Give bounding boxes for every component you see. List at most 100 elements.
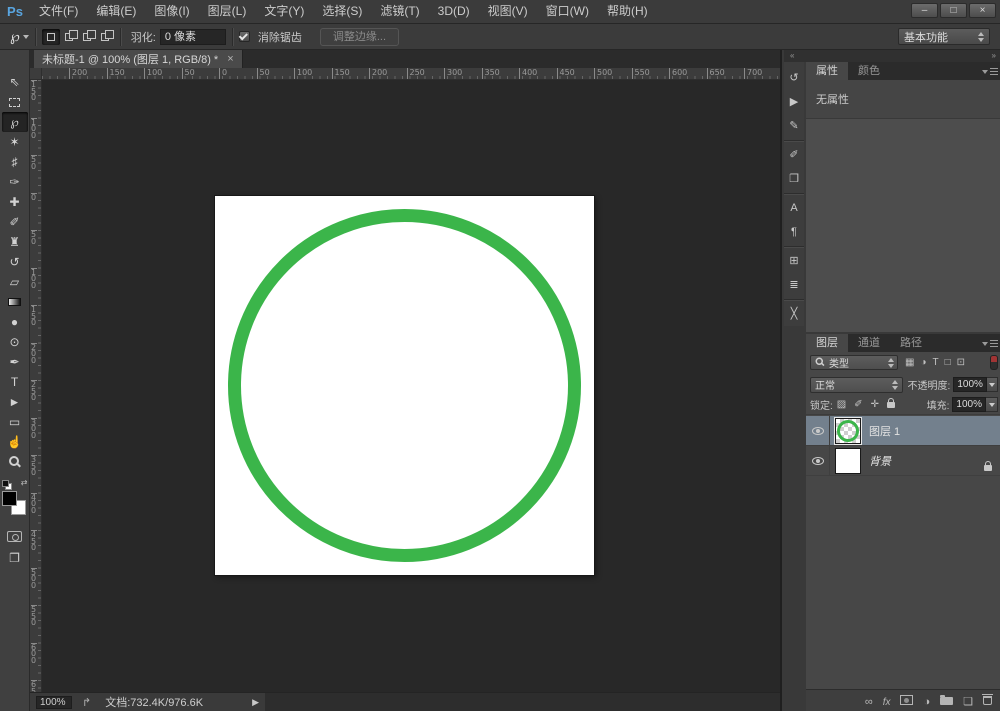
brush-presets-panel-icon[interactable]: ✐ — [784, 143, 804, 167]
opacity-dropdown-button[interactable] — [987, 377, 998, 392]
dodge-tool[interactable]: ⊙ — [2, 332, 28, 352]
canvas-viewport[interactable] — [42, 80, 780, 692]
menu-view[interactable]: 视图(V) — [479, 0, 537, 23]
tab-paths[interactable]: 路径 — [890, 334, 932, 352]
filter-smart-object-icon[interactable]: ⊡ — [957, 357, 965, 368]
close-button[interactable]: × — [969, 3, 996, 18]
tab-color[interactable]: 颜色 — [848, 62, 890, 80]
blur-tool[interactable]: ● — [2, 312, 28, 332]
antialias-checkbox[interactable] — [239, 31, 250, 42]
crop-tool[interactable]: ♯ — [2, 152, 28, 172]
lasso-tool[interactable]: ℘ — [2, 112, 28, 132]
opacity-value[interactable]: 100% — [953, 377, 987, 392]
canvas[interactable] — [215, 196, 594, 575]
workspace-switcher[interactable]: 基本功能 — [898, 28, 990, 45]
rectangular-marquee-tool[interactable] — [2, 92, 28, 112]
minimize-button[interactable]: – — [911, 3, 938, 18]
ruler-origin-corner[interactable] — [30, 68, 42, 80]
add-selection-button[interactable] — [60, 29, 78, 45]
actions-panel-icon[interactable]: ▶ — [784, 90, 804, 114]
fill-dropdown-button[interactable] — [986, 397, 998, 412]
panel-menu-icon[interactable] — [982, 67, 998, 76]
menu-type[interactable]: 文字(Y) — [255, 0, 313, 23]
new-group-icon[interactable] — [940, 692, 953, 710]
swap-colors-icon[interactable]: ⇄ — [21, 478, 28, 487]
filter-adjustment-icon[interactable]: ◑ — [920, 357, 926, 368]
new-layer-icon[interactable]: ❏ — [963, 692, 973, 710]
history-brush-tool[interactable]: ↺ — [2, 252, 28, 272]
menu-help[interactable]: 帮助(H) — [598, 0, 657, 23]
panel-menu-icon[interactable] — [982, 339, 998, 348]
lock-all-icon[interactable] — [887, 398, 895, 411]
menu-3d[interactable]: 3D(D) — [429, 0, 479, 23]
rectangle-tool[interactable]: ▭ — [2, 412, 28, 432]
clone-source-panel-icon[interactable]: ❐ — [784, 167, 804, 191]
feather-input[interactable]: 0 像素 — [160, 29, 226, 45]
character-panel-icon[interactable]: A — [784, 196, 804, 220]
quick-mask-button[interactable] — [2, 526, 28, 546]
gradient-tool[interactable] — [2, 292, 28, 312]
vertical-ruler[interactable]: 1501005005010015020025030035040045050055… — [30, 80, 42, 692]
adjustment-layer-icon[interactable]: ◑ — [923, 692, 930, 710]
clone-stamp-tool[interactable]: ♜ — [2, 232, 28, 252]
layer-row[interactable]: 图层 1 — [806, 416, 1000, 446]
zoom-level-input[interactable]: 100% — [36, 696, 72, 709]
intersect-selection-button[interactable] — [96, 29, 114, 45]
menu-select[interactable]: 选择(S) — [313, 0, 371, 23]
visibility-toggle[interactable] — [806, 446, 830, 475]
blend-mode-dropdown[interactable]: 正常 — [810, 377, 903, 393]
current-tool-indicator[interactable]: ℘ — [10, 28, 29, 45]
notes-panel-icon[interactable]: ✎ — [784, 114, 804, 138]
pen-tool[interactable]: ✒ — [2, 352, 28, 372]
type-tool[interactable]: T — [2, 372, 28, 392]
collapse-panels-button[interactable]: » — [992, 51, 996, 60]
paragraph-styles-panel-icon[interactable]: ≣ — [784, 273, 804, 297]
tab-properties[interactable]: 属性 — [806, 62, 848, 80]
filter-type-icon[interactable]: T — [933, 357, 939, 368]
spot-healing-brush-tool[interactable]: ✚ — [2, 192, 28, 212]
filter-pixel-icon[interactable]: ▦ — [905, 357, 914, 368]
hand-tool[interactable]: ☝ — [2, 432, 28, 452]
close-tab-icon[interactable]: × — [227, 53, 233, 65]
status-flyout-button[interactable]: ▶ — [252, 697, 259, 708]
filter-kind-dropdown[interactable]: 类型 — [810, 355, 898, 370]
maximize-button[interactable]: □ — [940, 3, 967, 18]
move-tool[interactable]: ⇖ — [2, 72, 28, 92]
paragraph-panel-icon[interactable]: ¶ — [784, 220, 804, 244]
eyedropper-tool[interactable]: ✑ — [2, 172, 28, 192]
foreground-color-swatch[interactable] — [2, 491, 17, 506]
menu-image[interactable]: 图像(I) — [145, 0, 198, 23]
lock-transparency-icon[interactable]: ▨ — [837, 399, 846, 410]
eraser-tool[interactable]: ▱ — [2, 272, 28, 292]
visibility-toggle[interactable] — [806, 416, 830, 445]
menu-filter[interactable]: 滤镜(T) — [371, 0, 428, 23]
path-selection-tool[interactable]: ► — [2, 392, 28, 412]
history-panel-icon[interactable]: ↺ — [784, 66, 804, 90]
layer-style-icon[interactable]: fx — [883, 692, 891, 710]
link-layers-icon[interactable]: ∞ — [865, 692, 873, 710]
quick-selection-tool[interactable]: ✶ — [2, 132, 28, 152]
fill-value[interactable]: 100% — [952, 397, 986, 412]
collapse-strip-button[interactable]: « — [790, 51, 794, 60]
lock-position-icon[interactable]: ✛ — [871, 399, 879, 410]
layer-filter-toggle[interactable] — [990, 355, 998, 370]
new-selection-button[interactable] — [42, 29, 60, 45]
refine-edge-button[interactable]: 调整边缘... — [320, 28, 399, 46]
measurement-panel-icon[interactable]: ╳ — [784, 302, 804, 326]
add-layer-mask-icon[interactable] — [900, 692, 913, 710]
subtract-selection-button[interactable] — [78, 29, 96, 45]
tab-channels[interactable]: 通道 — [848, 334, 890, 352]
character-styles-panel-icon[interactable]: ⊞ — [784, 249, 804, 273]
document-tab[interactable]: 未标题-1 @ 100% (图层 1, RGB/8) * × — [34, 50, 243, 68]
menu-edit[interactable]: 编辑(E) — [87, 0, 145, 23]
lock-paint-icon[interactable]: ✐ — [854, 399, 862, 410]
menu-file[interactable]: 文件(F) — [30, 0, 87, 23]
default-colors-icon[interactable] — [2, 480, 11, 489]
filter-shape-icon[interactable]: □ — [945, 357, 951, 368]
delete-layer-icon[interactable] — [983, 692, 992, 710]
menu-layer[interactable]: 图层(L) — [199, 0, 256, 23]
screen-mode-button[interactable]: ❐ — [2, 548, 28, 568]
tab-layers[interactable]: 图层 — [806, 334, 848, 352]
layer-row[interactable]: 背景 — [806, 446, 1000, 476]
zoom-tool[interactable] — [2, 452, 28, 472]
